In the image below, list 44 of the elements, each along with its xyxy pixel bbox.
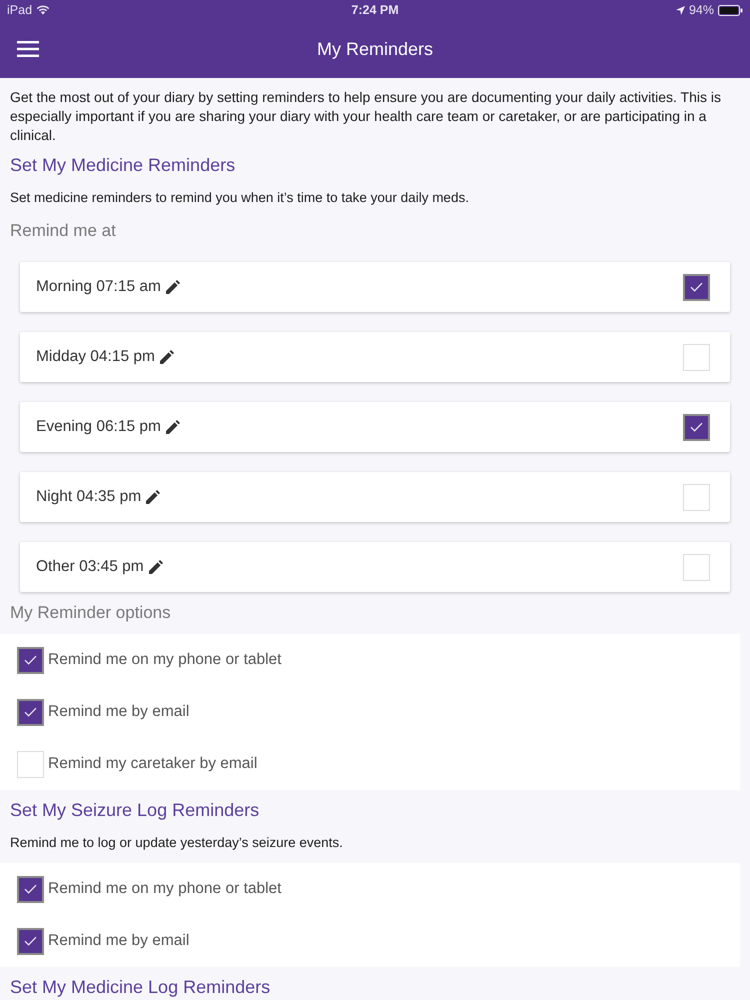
option-label: Remind me on my phone or tablet xyxy=(48,650,282,670)
reminder-time[interactable]: Midday 04:15 pm xyxy=(36,345,155,369)
option-label: Remind me by email xyxy=(48,931,190,952)
checkbox[interactable] xyxy=(17,876,44,902)
checkmark-icon xyxy=(690,282,703,292)
pencil-icon[interactable] xyxy=(148,560,163,574)
reminder-time[interactable]: Evening 06:15 pm xyxy=(36,415,161,439)
battery-icon xyxy=(718,4,743,16)
option-label: Remind my caretaker by email xyxy=(48,754,258,774)
location-arrow-icon xyxy=(676,6,685,14)
reminder-time[interactable]: Morning 07:15 am xyxy=(36,275,161,299)
section-heading: Set My Medicine Log Reminders xyxy=(10,976,270,998)
pencil-icon[interactable] xyxy=(146,490,160,504)
page-title: My Reminders xyxy=(316,38,434,60)
pencil-icon[interactable] xyxy=(160,350,174,364)
section-heading: Set My Seizure Log Reminders xyxy=(10,799,260,821)
reminder-time[interactable]: Other 03:45 pm xyxy=(36,555,144,579)
checkbox[interactable] xyxy=(683,414,710,440)
group-label: Remind me at xyxy=(10,220,116,242)
option-label: Remind me by email xyxy=(48,702,190,722)
section-heading: Set My Medicine Reminders xyxy=(10,154,236,176)
status-time: 7:24 PM xyxy=(351,2,399,19)
checkbox[interactable] xyxy=(17,698,44,726)
section-description: Set medicine reminders to remind you when it’s time to take your daily meds. xyxy=(10,189,469,207)
intro-paragraph: Get the most out of your diary by setting reminders to help ensure you are documenting your daily activities. This is especially important if you are sharing your diary with your health care team or caretaker, or are participating in a clinical. xyxy=(9,88,722,145)
checkmark-icon xyxy=(24,884,37,894)
device-name: iPad xyxy=(7,2,32,19)
checkbox[interactable] xyxy=(17,646,44,674)
menu-icon xyxy=(17,41,39,57)
menu-button[interactable] xyxy=(17,41,39,57)
battery-percent: 94% xyxy=(688,2,714,19)
reminder-time[interactable]: Night 04:35 pm xyxy=(36,485,142,509)
section-description: Remind me to log or update yesterday’s seizure events. xyxy=(10,834,343,852)
checkbox[interactable] xyxy=(17,928,44,954)
checkmark-icon xyxy=(24,707,37,717)
checkmark-icon xyxy=(690,422,703,432)
checkbox[interactable] xyxy=(683,274,710,300)
group-label: My Reminder options xyxy=(10,602,171,624)
pencil-icon[interactable] xyxy=(166,420,180,434)
wifi-icon xyxy=(36,5,50,15)
option-label: Remind me on my phone or tablet xyxy=(48,879,282,900)
pencil-icon[interactable] xyxy=(166,280,180,294)
checkmark-icon xyxy=(24,936,37,946)
checkmark-icon xyxy=(24,655,37,665)
